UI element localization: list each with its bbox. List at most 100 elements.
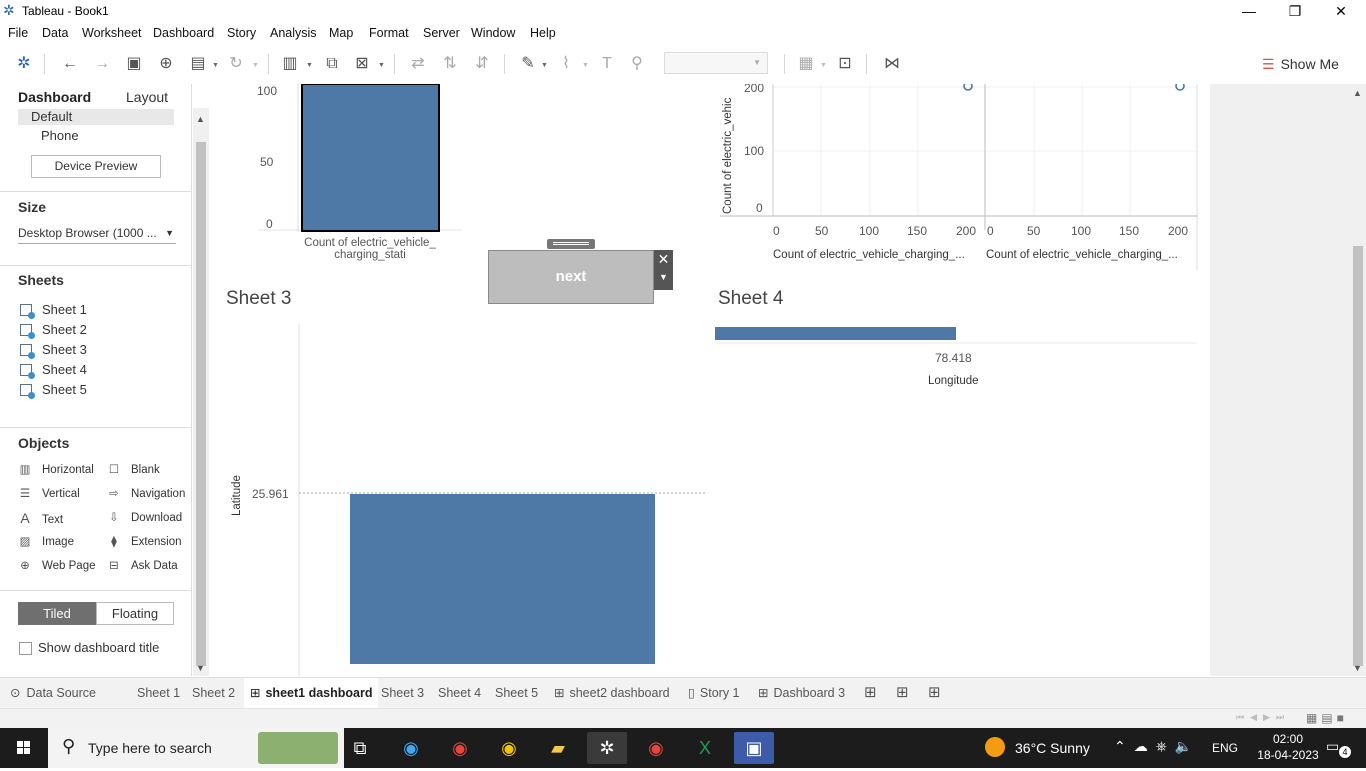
sheet1-bar[interactable] bbox=[301, 84, 440, 232]
restore-button[interactable]: ❐ bbox=[1272, 0, 1318, 22]
chrome-profile-icon[interactable]: ◉ bbox=[489, 732, 529, 764]
tiled-toggle[interactable]: Tiled bbox=[18, 602, 96, 625]
close-button[interactable]: ✕ bbox=[1318, 0, 1364, 22]
tableau-home-icon[interactable]: ✲ bbox=[12, 52, 36, 76]
sort-descending-icon[interactable]: ⇵ bbox=[470, 52, 494, 76]
excel-icon[interactable]: X bbox=[685, 732, 725, 764]
weather-sun-icon[interactable] bbox=[985, 737, 1005, 757]
tab-dashboard[interactable]: Dashboard bbox=[18, 89, 91, 105]
chrome-icon[interactable]: ◉ bbox=[440, 732, 480, 764]
tab-data-source[interactable]: ⊙ Data Source bbox=[4, 678, 102, 708]
remove-object-icon[interactable]: ✕ bbox=[654, 250, 673, 268]
device-default-row[interactable]: Default bbox=[18, 109, 174, 125]
object-text[interactable]: A Text bbox=[18, 510, 63, 526]
scroll-down-icon[interactable]: ▼ bbox=[1353, 663, 1362, 673]
size-select[interactable]: Desktop Browser (1000 ... ▼ bbox=[18, 224, 176, 244]
object-vertical[interactable]: ☰ Vertical bbox=[18, 486, 80, 500]
redo-icon[interactable]: → bbox=[90, 52, 114, 76]
scrollbar-thumb[interactable] bbox=[1353, 246, 1363, 666]
move-handle-icon[interactable] bbox=[547, 239, 595, 249]
scroll-up-icon[interactable]: ▲ bbox=[196, 114, 205, 124]
menu-data[interactable]: Data bbox=[42, 26, 68, 40]
edge-browser-icon[interactable]: ◉ bbox=[391, 732, 431, 764]
tab-sheet5[interactable]: Sheet 5 bbox=[489, 678, 544, 708]
app-icon[interactable]: ▣ bbox=[734, 732, 774, 764]
fit-icon[interactable]: ▦ bbox=[794, 52, 818, 76]
refresh-icon[interactable]: ↻ bbox=[224, 52, 248, 76]
object-blank[interactable]: ☐ Blank bbox=[107, 462, 160, 476]
weather-text[interactable]: 36°C Sunny bbox=[1015, 740, 1090, 756]
scrollbar-thumb[interactable] bbox=[196, 142, 206, 666]
pause-dropdown-icon[interactable]: ▼ bbox=[212, 62, 219, 69]
taskbar-search-box[interactable]: ⚲ Type here to search bbox=[48, 728, 344, 768]
object-horizontal[interactable]: ▥ Horizontal bbox=[18, 462, 94, 476]
fix-axes-icon[interactable]: ⚲ bbox=[625, 52, 649, 76]
clock-time[interactable]: 02:00 bbox=[1263, 732, 1313, 746]
menu-file[interactable]: File bbox=[8, 26, 28, 40]
sheet-list-item[interactable]: Sheet 5 bbox=[20, 382, 87, 399]
tab-sheet1[interactable]: Sheet 1 bbox=[131, 678, 186, 708]
task-view-icon[interactable]: ⧉ bbox=[340, 732, 380, 764]
sort-ascending-icon[interactable]: ⇅ bbox=[438, 52, 462, 76]
undo-icon[interactable]: ← bbox=[58, 52, 82, 76]
object-download[interactable]: ⇩ Download bbox=[107, 510, 182, 524]
notifications-icon[interactable]: ▭ bbox=[1326, 738, 1339, 755]
group-members-icon[interactable]: ⌇ bbox=[554, 52, 578, 76]
object-ask-data[interactable]: ⊟ Ask Data bbox=[107, 558, 178, 572]
new-worksheet-tab-icon[interactable]: ⊞ bbox=[858, 678, 883, 708]
share-icon[interactable]: ⋈ bbox=[880, 52, 904, 76]
show-mark-labels-icon[interactable]: T bbox=[595, 52, 619, 76]
scroll-down-icon[interactable]: ▼ bbox=[196, 663, 205, 673]
floating-toggle[interactable]: Floating bbox=[96, 602, 174, 625]
sheet3-bar[interactable] bbox=[350, 494, 655, 664]
menu-help[interactable]: Help bbox=[530, 26, 556, 40]
clear-dropdown-icon[interactable]: ▼ bbox=[378, 62, 385, 69]
highlight-icon[interactable]: ✎ bbox=[516, 52, 540, 76]
windows-start-button[interactable] bbox=[0, 728, 48, 768]
show-dashboard-title-checkbox[interactable] bbox=[19, 642, 32, 655]
tab-dashboard3[interactable]: ⊞ Dashboard 3 bbox=[752, 678, 851, 708]
menu-analysis[interactable]: Analysis bbox=[270, 26, 317, 40]
tab-layout[interactable]: Layout bbox=[126, 89, 168, 105]
sheet-list-item[interactable]: Sheet 1 bbox=[20, 302, 87, 319]
next-navigation-button[interactable]: next bbox=[488, 250, 654, 304]
menu-story[interactable]: Story bbox=[227, 26, 256, 40]
show-me-button[interactable]: ☰ Show Me bbox=[1262, 56, 1339, 73]
tab-sheet2[interactable]: Sheet 2 bbox=[186, 678, 241, 708]
object-web-page[interactable]: ⊕ Web Page bbox=[18, 558, 95, 572]
highlight-dropdown-icon[interactable]: ▼ bbox=[541, 62, 548, 69]
format-select[interactable]: ▼ bbox=[664, 52, 768, 74]
object-image[interactable]: ▨ Image bbox=[18, 534, 74, 548]
input-language[interactable]: ENG bbox=[1212, 741, 1238, 755]
group-dropdown-icon[interactable]: ▼ bbox=[582, 62, 589, 69]
menu-window[interactable]: Window bbox=[471, 26, 515, 40]
sheet-list-item[interactable]: Sheet 2 bbox=[20, 322, 87, 339]
tab-sheet1-dashboard[interactable]: ⊞ sheet1 dashboard bbox=[244, 678, 379, 708]
menu-map[interactable]: Map bbox=[329, 26, 353, 40]
menu-server[interactable]: Server bbox=[423, 26, 460, 40]
sheet-list-item[interactable]: Sheet 4 bbox=[20, 362, 87, 379]
minimize-button[interactable]: — bbox=[1226, 0, 1272, 22]
device-preview-button[interactable]: Device Preview bbox=[31, 155, 161, 178]
refresh-dropdown-icon[interactable]: ▼ bbox=[252, 62, 259, 69]
device-phone[interactable]: Phone bbox=[41, 128, 79, 143]
object-extension[interactable]: ⧫ Extension bbox=[107, 534, 181, 548]
system-tray-icons[interactable]: ⌃☁⎈🔈 bbox=[1114, 738, 1200, 755]
clear-sheet-icon[interactable]: ⊠ bbox=[350, 52, 374, 76]
tab-sheet4[interactable]: Sheet 4 bbox=[432, 678, 487, 708]
new-worksheet-icon[interactable]: ▥ bbox=[278, 52, 302, 76]
canvas-scrollbar[interactable] bbox=[1350, 84, 1366, 676]
side-pane-scrollbar[interactable] bbox=[193, 108, 209, 676]
duplicate-icon[interactable]: ⧉ bbox=[320, 52, 344, 76]
new-worksheet-dropdown-icon[interactable]: ▼ bbox=[306, 62, 313, 69]
new-story-tab-icon[interactable]: ⊞ bbox=[922, 678, 947, 708]
more-options-icon[interactable]: ▼ bbox=[654, 268, 673, 286]
sheet-navigation-icons[interactable]: ⏮◀▶⏭ bbox=[1236, 712, 1290, 723]
presentation-mode-icon[interactable]: ⊡ bbox=[833, 52, 857, 76]
view-mode-icons[interactable]: ▦▤■ bbox=[1306, 711, 1348, 725]
tab-sheet3[interactable]: Sheet 3 bbox=[375, 678, 430, 708]
scroll-up-icon[interactable]: ▲ bbox=[1353, 88, 1362, 98]
tableau-taskbar-icon[interactable]: ✲ bbox=[587, 732, 627, 764]
tab-story1[interactable]: ▯ Story 1 bbox=[682, 678, 746, 708]
pause-updates-icon[interactable]: ▤ bbox=[186, 52, 210, 76]
